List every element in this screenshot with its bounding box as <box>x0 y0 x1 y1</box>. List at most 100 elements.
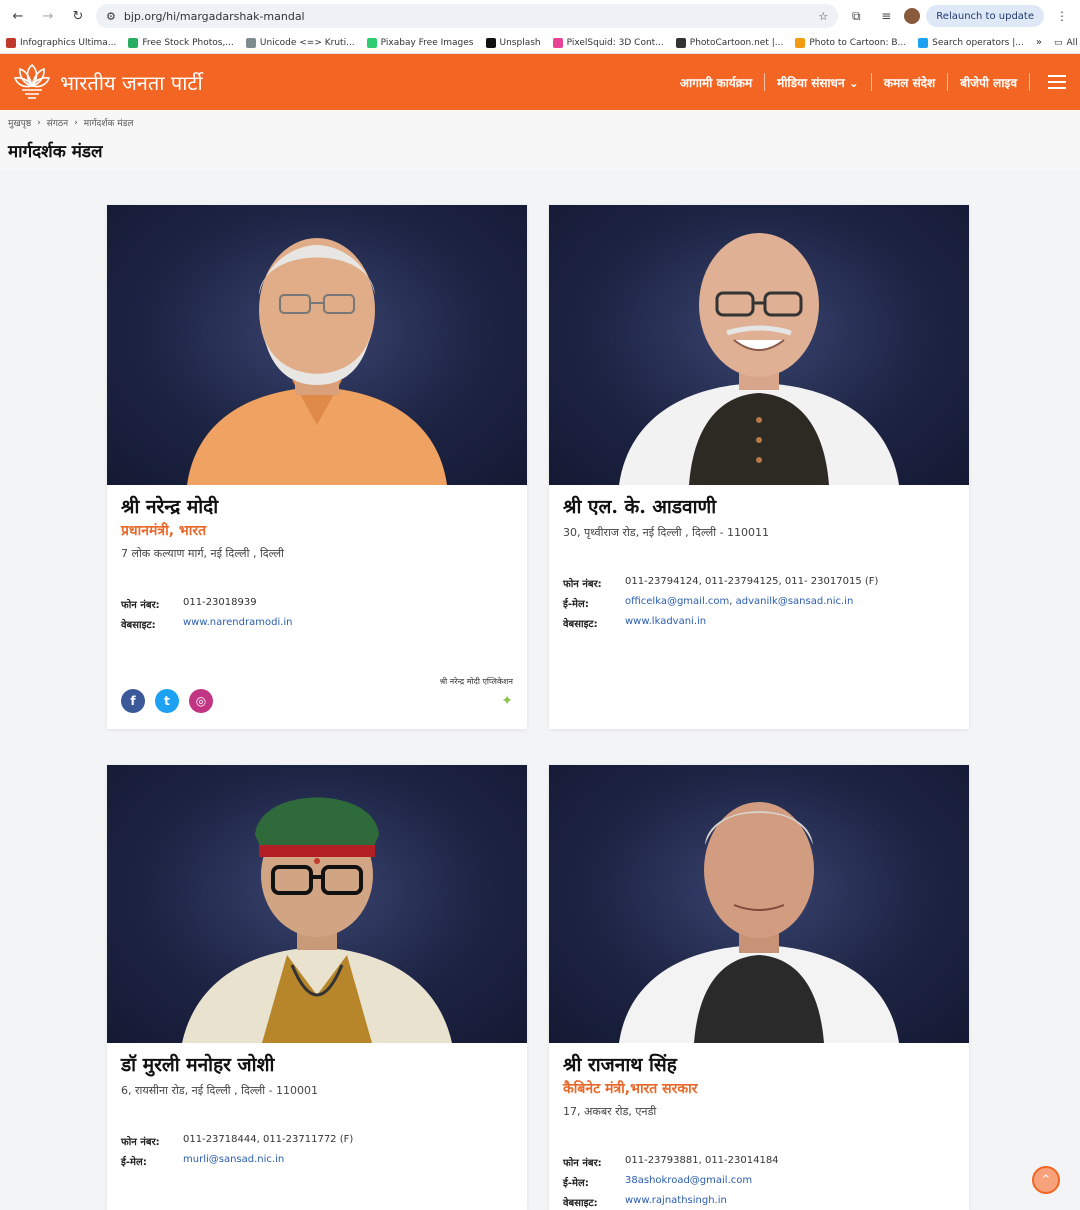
portrait-illustration <box>182 797 452 1043</box>
chevron-down-icon: ⌄ <box>848 75 859 90</box>
bookmark-favicon-icon <box>918 37 929 48</box>
instagram-icon[interactable]: ◎ <box>189 689 213 713</box>
nav-media-resources[interactable]: मीडिया संसाधन ⌄ <box>777 74 859 91</box>
member-role: प्रधानमंत्री, भारत <box>121 523 207 539</box>
bookmark-item[interactable]: Unicode <=> Kruti... <box>245 37 355 48</box>
email-label: ई-मेल: <box>563 1178 589 1189</box>
lotus-logo-icon <box>14 63 50 99</box>
chevron-right-icon: › <box>37 117 41 128</box>
phone-value: 011-23794124, 011-23794125, 011- 2301701… <box>625 576 879 587</box>
bookmark-favicon-icon <box>485 37 496 48</box>
page-header: मुखपृष्ठ › संगठन › मार्गदर्शक मंडल मार्ग… <box>0 110 1080 170</box>
bookmark-item[interactable]: Free Stock Photos,... <box>128 37 234 48</box>
nav-divider <box>947 73 949 91</box>
nav-divider <box>870 73 872 91</box>
contact-list: फोन नंबर: 011-23793881, 011-23014184 ई-मे… <box>563 1155 955 1209</box>
reload-icon[interactable]: ↻ <box>66 4 90 28</box>
phone-value: 011-23793881, 011-23014184 <box>625 1155 779 1166</box>
bookmark-item[interactable]: PixelSquid: 3D Cont... <box>552 37 664 48</box>
contact-list: फोन नंबर: 011-23018939 वेबसाइट: www.narend… <box>121 597 513 631</box>
site-header: भारतीय जनता पार्टी आगामी कार्यक्रम मीडिय… <box>0 54 1080 110</box>
bookmark-favicon-icon <box>366 37 377 48</box>
url-text: bjp.org/hi/margadarshak-mandal <box>123 9 305 23</box>
more-bookmarks-icon[interactable]: » <box>1036 37 1042 48</box>
bookmark-favicon-icon <box>795 37 806 48</box>
hamburger-menu-icon[interactable] <box>1048 75 1066 89</box>
member-photo <box>107 765 527 1043</box>
email-link[interactable]: advanilk@sansad.nic.in <box>736 596 854 607</box>
website-label: वेबसाइट: <box>563 1198 598 1209</box>
member-name: श्री राजनाथ सिंह <box>563 1054 677 1076</box>
bookmark-favicon-icon <box>552 37 563 48</box>
members-grid: श्री नरेन्द्र मोदी प्रधानमंत्री, भारत 7 … <box>107 205 969 1210</box>
forward-arrow-icon[interactable]: → <box>36 4 60 28</box>
bookmarks-bar: Infographics Ultima... Free Stock Photos… <box>0 32 1080 54</box>
bookmark-star-icon[interactable]: ☆ <box>818 10 828 23</box>
member-name: श्री एल. के. आडवाणी <box>563 496 717 518</box>
nav-kamal-sandesh[interactable]: कमल संदेश <box>884 74 935 91</box>
portrait-illustration <box>619 802 899 1043</box>
email-link[interactable]: officelka@gmail.com <box>625 596 729 607</box>
member-address: 7 लोक कल्याण मार्ग, नई दिल्ली , दिल्ली <box>121 547 284 560</box>
member-photo <box>107 205 527 485</box>
site-logo[interactable]: भारतीय जनता पार्टी <box>14 62 203 102</box>
portrait-illustration <box>187 238 447 485</box>
profile-avatar[interactable] <box>904 8 921 24</box>
email-label: ई-मेल: <box>563 599 589 610</box>
phone-value: 011-23018939 <box>183 597 257 608</box>
email-link[interactable]: murli@sansad.nic.in <box>183 1154 284 1168</box>
member-name: डॉ मुरली मनोहर जोशी <box>121 1054 275 1076</box>
android-icon[interactable]: ✦ <box>501 693 513 709</box>
back-arrow-icon[interactable]: ← <box>6 4 30 28</box>
phone-label: फोन नंबर: <box>563 579 602 590</box>
bookmark-item[interactable]: Search operators |... <box>918 37 1024 48</box>
bookmark-favicon-icon <box>128 37 139 48</box>
kebab-menu-icon[interactable]: ⋮ <box>1050 4 1074 28</box>
bookmark-item[interactable]: Pixabay Free Images <box>366 37 474 48</box>
reading-list-icon[interactable]: ≡ <box>874 4 898 28</box>
bookmark-item[interactable]: Unsplash <box>485 37 541 48</box>
contact-list: फोन नंबर: 011-23718444, 011-23711772 (F) … <box>121 1134 513 1168</box>
member-photo <box>549 205 969 485</box>
app-links: श्री नरेन्द्र मोदी एप्लिकेशन ✦ <box>439 676 513 709</box>
relaunch-button[interactable]: Relaunch to update <box>926 5 1044 27</box>
extensions-icon[interactable]: ⧉ <box>844 4 868 28</box>
nav-upcoming-events[interactable]: आगामी कार्यक्रम <box>680 74 752 91</box>
main-nav: आगामी कार्यक्रम मीडिया संसाधन ⌄ कमल संदे… <box>680 73 1066 91</box>
browser-toolbar: ← → ↻ ⚙ bjp.org/hi/margadarshak-mandal ☆… <box>0 0 1080 32</box>
bookmark-favicon-icon <box>245 37 256 48</box>
facebook-icon[interactable]: f <box>121 689 145 713</box>
phone-label: फोन नंबर: <box>563 1158 602 1169</box>
bookmark-item[interactable]: Infographics Ultima... <box>6 37 116 48</box>
website-link[interactable]: www.rajnathsingh.in <box>625 1195 727 1209</box>
all-bookmarks-folder[interactable]: ▭All Bookmarks <box>1054 38 1080 48</box>
page-title: मार्गदर्शक मंडल <box>8 142 103 162</box>
breadcrumb: मुखपृष्ठ › संगठन › मार्गदर्शक मंडल <box>8 116 1072 130</box>
member-role: कैबिनेट मंत्री,भारत सरकार <box>563 1081 698 1097</box>
email-link[interactable]: 38ashokroad@gmail.com <box>625 1175 752 1189</box>
scroll-to-top-button[interactable]: ⌃ <box>1032 1166 1060 1194</box>
website-link[interactable]: www.lkadvani.in <box>625 616 706 630</box>
member-card: श्री एल. के. आडवाणी 30, पृथ्वीराज रोड, न… <box>549 205 969 729</box>
breadcrumb-organisation[interactable]: संगठन <box>47 116 68 129</box>
member-address: 30, पृथ्वीराज रोड, नई दिल्ली , दिल्ली - … <box>563 526 770 539</box>
member-address: 6, रायसीना रोड, नई दिल्ली , दिल्ली - 110… <box>121 1084 319 1097</box>
bookmark-item[interactable]: Photo to Cartoon: B... <box>795 37 906 48</box>
nav-bjp-live[interactable]: बीजेपी लाइव <box>960 74 1017 91</box>
member-card: श्री नरेन्द्र मोदी प्रधानमंत्री, भारत 7 … <box>107 205 527 729</box>
twitter-icon[interactable]: t <box>155 689 179 713</box>
email-label: ई-मेल: <box>121 1157 147 1168</box>
address-bar[interactable]: ⚙ bjp.org/hi/margadarshak-mandal ☆ <box>96 4 839 28</box>
logo-text: भारतीय जनता पार्टी <box>60 70 203 95</box>
phone-label: फोन नंबर: <box>121 600 160 611</box>
member-card: डॉ मुरली मनोहर जोशी 6, रायसीना रोड, नई द… <box>107 765 527 1210</box>
bookmark-item[interactable]: PhotoCartoon.net |... <box>675 37 783 48</box>
chevron-right-icon: › <box>74 117 78 128</box>
website-link[interactable]: www.narendramodi.in <box>183 617 293 631</box>
member-address: 17, अकबर रोड, एनडी <box>563 1105 657 1118</box>
site-info-icon[interactable]: ⚙ <box>106 10 116 23</box>
nav-divider <box>764 73 766 91</box>
member-photo <box>549 765 969 1043</box>
breadcrumb-home[interactable]: मुखपृष्ठ <box>8 116 31 129</box>
app-label: श्री नरेन्द्र मोदी एप्लिकेशन <box>439 677 513 686</box>
